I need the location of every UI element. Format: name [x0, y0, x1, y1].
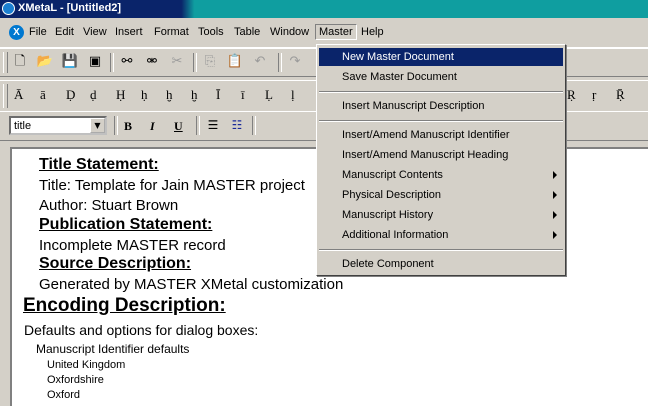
open-folder-icon[interactable]: 📂: [35, 53, 55, 71]
char-button[interactable]: Ī: [216, 87, 220, 103]
redo-icon[interactable]: ↷: [285, 53, 305, 71]
toolbar-grip[interactable]: [3, 52, 8, 73]
county-value: Oxfordshire: [47, 374, 104, 386]
menu-format[interactable]: Format: [154, 26, 189, 38]
cut-icon[interactable]: ✂: [167, 53, 187, 71]
menu-separator: [319, 249, 563, 251]
toolbar-separator: [110, 53, 114, 72]
find-replace-icon[interactable]: ⚮: [142, 53, 162, 71]
menu-window[interactable]: Window: [270, 26, 309, 38]
char-button[interactable]: Ḥ: [116, 87, 125, 103]
title-line: Title: Template for Jain MASTER project: [39, 177, 305, 194]
char-button[interactable]: ḫ: [166, 87, 173, 103]
menu-item-manuscript-history[interactable]: Manuscript History: [319, 206, 563, 224]
menu-table[interactable]: Table: [234, 26, 260, 38]
paste-icon[interactable]: 📋: [225, 53, 245, 71]
bold-button[interactable]: B: [124, 119, 132, 134]
defaults-text: Defaults and options for dialog boxes:: [24, 322, 259, 338]
menu-separator: [319, 120, 563, 122]
title-statement-heading: Title Statement:: [39, 156, 159, 173]
element-style-value: title: [14, 120, 32, 132]
toolbar-separator: [114, 116, 118, 135]
menu-insert[interactable]: Insert: [115, 26, 143, 38]
chevron-down-icon[interactable]: ▼: [90, 118, 105, 133]
menu-view[interactable]: View: [83, 26, 107, 38]
menu-separator: [319, 91, 563, 93]
copy-icon[interactable]: ⎘: [200, 53, 220, 71]
submenu-arrow-icon: [553, 171, 557, 179]
submenu-arrow-icon: [553, 231, 557, 239]
char-button[interactable]: ḫ: [191, 87, 198, 103]
underline-button[interactable]: U: [174, 119, 183, 134]
char-button[interactable]: Ḷ: [265, 87, 273, 103]
encoding-description-heading: Encoding Description:: [23, 295, 226, 316]
toolbar-separator: [193, 53, 197, 72]
source-description-heading: Source Description:: [39, 255, 192, 272]
menu-item-insert-amend-manuscript-identifier[interactable]: Insert/Amend Manuscript Identifier: [319, 126, 563, 144]
bulleted-list-icon[interactable]: ☷: [227, 116, 247, 134]
menu-master[interactable]: Master: [315, 24, 357, 40]
find-icon[interactable]: ⚯: [117, 53, 137, 71]
source-text: Generated by MASTER XMetal customization: [39, 276, 344, 293]
char-button[interactable]: ḍ: [90, 87, 97, 103]
submenu-arrow-icon: [553, 211, 557, 219]
italic-button[interactable]: I: [150, 119, 155, 134]
numbered-list-icon[interactable]: ☰: [203, 116, 223, 134]
save-icon[interactable]: 💾: [60, 53, 80, 71]
window-title-bar[interactable]: XMetaL - [Untitled2]: [0, 0, 648, 18]
element-style-select[interactable]: title ▼: [9, 116, 107, 135]
menu-item-manuscript-contents[interactable]: Manuscript Contents: [319, 166, 563, 184]
menu-item-insert-manuscript-description[interactable]: Insert Manuscript Description: [319, 97, 563, 115]
menu-edit[interactable]: Edit: [55, 26, 74, 38]
new-document-icon[interactable]: 🗋: [10, 53, 30, 71]
menu-item-physical-description[interactable]: Physical Description: [319, 186, 563, 204]
char-button[interactable]: ḷ: [291, 87, 295, 103]
menu-item-delete-component[interactable]: Delete Component: [319, 255, 563, 273]
char-button[interactable]: ī: [241, 87, 245, 103]
toolbar-separator: [196, 116, 200, 135]
undo-icon[interactable]: ↶: [250, 53, 270, 71]
menu-file[interactable]: File: [29, 26, 47, 38]
publication-text: Incomplete MASTER record: [39, 237, 226, 254]
master-menu-dropdown: New Master Document Save Master Document…: [316, 44, 566, 276]
toolbar-grip[interactable]: [3, 84, 8, 108]
toolbar-separator: [278, 53, 282, 72]
ms-identifier-defaults: Manuscript Identifier defaults: [36, 342, 190, 356]
menu-tools[interactable]: Tools: [198, 26, 224, 38]
app-window-icon: [2, 2, 15, 15]
menu-item-new-master-document[interactable]: New Master Document: [319, 48, 563, 66]
menu-help[interactable]: Help: [361, 26, 384, 38]
submenu-arrow-icon: [553, 191, 557, 199]
country-value: United Kingdom: [47, 359, 126, 371]
char-button[interactable]: Ā: [14, 87, 23, 103]
char-button[interactable]: ā: [40, 87, 46, 103]
toolbar-separator: [252, 116, 256, 135]
char-button[interactable]: ḥ: [141, 87, 148, 103]
char-button[interactable]: ṛ: [592, 87, 596, 103]
char-button[interactable]: Ḍ: [66, 87, 75, 103]
char-button[interactable]: Ṛ: [567, 87, 576, 103]
publication-statement-heading: Publication Statement:: [39, 216, 213, 233]
save-all-icon[interactable]: ▣: [85, 53, 105, 71]
menu-item-save-master-document[interactable]: Save Master Document: [319, 68, 563, 86]
author-line: Author: Stuart Brown: [39, 197, 179, 214]
city-value: Oxford: [47, 389, 81, 401]
window-title: XMetaL - [Untitled2]: [18, 2, 122, 14]
menu-item-insert-amend-manuscript-heading[interactable]: Insert/Amend Manuscript Heading: [319, 146, 563, 164]
document-system-icon[interactable]: X: [9, 25, 24, 40]
menu-item-additional-information[interactable]: Additional Information: [319, 226, 563, 244]
char-button[interactable]: Ṝ: [616, 87, 625, 103]
